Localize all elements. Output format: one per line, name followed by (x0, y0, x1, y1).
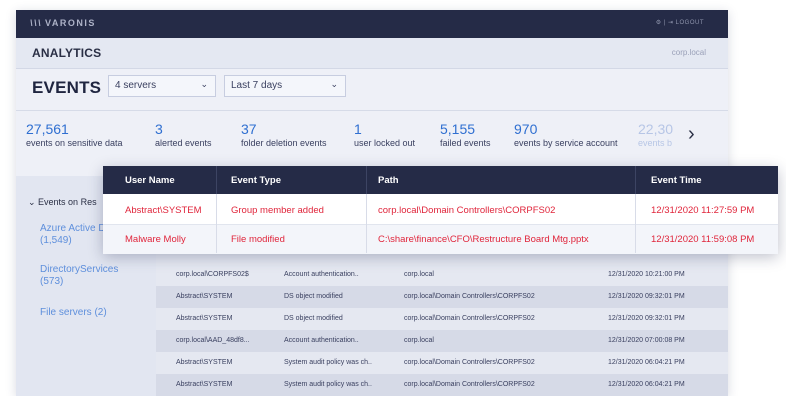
cell-path: corp.local (404, 337, 434, 344)
chevron-down-icon: ⌄ (330, 79, 338, 89)
metric-failed-events[interactable]: 5,155 failed events (440, 121, 491, 148)
cell-event-type: Account authentication.. (284, 337, 359, 344)
cell-path: corp.local\Domain Controllers\CORPFS02 (404, 359, 535, 366)
metric-value: 27,561 (26, 121, 69, 137)
sidebar-item-label: DirectoryServices (40, 264, 119, 275)
metric-alerted-events[interactable]: 3 alerted events (155, 121, 212, 148)
period-dropdown[interactable]: Last 7 days ⌄ (224, 75, 346, 97)
cell-time: 12/31/2020 06:04:21 PM (608, 381, 685, 388)
cell-time: 12/31/2020 06:04:21 PM (608, 359, 685, 366)
page-title: ANALYTICS (32, 46, 102, 60)
chevron-right-icon[interactable]: › (688, 123, 695, 146)
metric-sensitive-data[interactable]: 27,561 events on sensitive data (26, 121, 123, 148)
metric-value: 1 (354, 121, 362, 137)
metric-value: 970 (514, 121, 538, 137)
cell-time: 12/31/2020 10:21:00 PM (608, 271, 685, 278)
metric-service-account[interactable]: 970 events by service account (514, 121, 618, 148)
cell-user: Abstract\SYSTEM (176, 315, 233, 322)
cell-event-type: System audit policy was ch.. (284, 359, 372, 366)
cell-time: 12/31/2020 09:32:01 PM (608, 293, 685, 300)
sidebar-heading[interactable]: ⌄ Events on Res (28, 197, 97, 208)
table-row[interactable]: corp.local\AAD_48df8... Account authenti… (156, 330, 728, 352)
cell-time: 12/31/2020 11:27:59 PM (651, 205, 755, 216)
servers-dropdown-value: 4 servers (115, 80, 157, 91)
popup-row[interactable]: Abstract\SYSTEM Group member added corp.… (103, 196, 778, 225)
metric-label: failed events (440, 138, 491, 148)
metric-label: events by service account (514, 138, 618, 148)
column-divider (216, 166, 217, 194)
table-row[interactable]: corp.local\CORPFS02$ Account authenticat… (156, 264, 728, 286)
column-divider (366, 166, 367, 194)
sidebar-item-count: (573) (40, 276, 64, 287)
cell-user: Abstract\SYSTEM (125, 205, 202, 216)
column-header-user-name[interactable]: User Name (125, 175, 175, 186)
metric-user-locked-out[interactable]: 1 user locked out (354, 121, 415, 148)
metrics-strip: 27,561 events on sensitive data 3 alerte… (16, 110, 728, 173)
sidebar-item-file-servers[interactable]: File servers (2) (40, 307, 107, 319)
table-row[interactable]: Abstract\SYSTEM DS object modified corp.… (156, 286, 728, 308)
metric-partial[interactable]: 22,30 events b (638, 121, 678, 148)
metric-value: 22,30 (638, 121, 674, 137)
cell-event-type: DS object modified (284, 315, 343, 322)
column-divider (635, 194, 636, 253)
sidebar-item-label: File servers (2) (40, 307, 107, 318)
varonis-logo[interactable]: \\\ VARONIS (30, 18, 96, 28)
table-row[interactable]: Abstract\SYSTEM System audit policy was … (156, 352, 728, 374)
cell-event-type: Account authentication.. (284, 271, 359, 278)
table-row[interactable]: Abstract\SYSTEM System audit policy was … (156, 374, 728, 396)
cell-time: 12/31/2020 09:32:01 PM (608, 315, 685, 322)
table-row[interactable]: Abstract\SYSTEM DS object modified corp.… (156, 308, 728, 330)
cell-event-type: DS object modified (284, 293, 343, 300)
popup-header: User Name Event Type Path Event Time (103, 166, 778, 194)
column-divider (635, 166, 636, 194)
cell-event-type: System audit policy was ch.. (284, 381, 372, 388)
domain-label: corp.local (671, 48, 706, 57)
metric-label: folder deletion events (241, 138, 327, 148)
top-bar: \\\ VARONIS ⚙ | ⇥ LOGOUT (16, 10, 728, 38)
cell-time: 12/31/2020 07:00:08 PM (608, 337, 685, 344)
cell-path: C:\share\finance\CFO\Restructure Board M… (378, 234, 589, 245)
metric-label: alerted events (155, 138, 212, 148)
metric-value: 5,155 (440, 121, 476, 137)
popup-row[interactable]: Malware Molly File modified C:\share\fin… (103, 224, 778, 254)
logout-link[interactable]: ⚙ | ⇥ LOGOUT (656, 19, 704, 26)
period-dropdown-value: Last 7 days (231, 80, 283, 91)
events-title: EVENTS (32, 78, 102, 97)
cell-path: corp.local\Domain Controllers\CORPFS02 (404, 381, 535, 388)
column-header-path[interactable]: Path (378, 175, 399, 186)
metric-label: events b (638, 138, 673, 148)
servers-dropdown[interactable]: 4 servers ⌄ (108, 75, 216, 97)
cell-event-type: File modified (231, 234, 285, 245)
cell-user: Abstract\SYSTEM (176, 293, 233, 300)
column-divider (216, 194, 217, 253)
metric-label: user locked out (354, 138, 416, 148)
cell-user: Abstract\SYSTEM (176, 359, 233, 366)
cell-time: 12/31/2020 11:59:08 PM (651, 234, 755, 245)
cell-path: corp.local\Domain Controllers\CORPFS02 (404, 293, 535, 300)
cell-path: corp.local (404, 271, 434, 278)
column-header-event-type[interactable]: Event Type (231, 175, 281, 186)
logo-text: VARONIS (45, 18, 96, 28)
column-divider (366, 194, 367, 253)
cell-path: corp.local\Domain Controllers\CORPFS02 (378, 205, 556, 216)
metric-label: events on sensitive data (26, 138, 123, 148)
logo-mark-icon: \\\ (30, 18, 43, 28)
metric-value: 3 (155, 121, 163, 137)
chevron-down-icon: ⌄ (200, 79, 208, 89)
cell-user: corp.local\AAD_48df8... (176, 337, 250, 344)
cell-event-type: Group member added (231, 205, 324, 216)
alerted-events-popup: User Name Event Type Path Event Time Abs… (103, 166, 778, 254)
metric-value: 37 (241, 121, 257, 137)
page-header: ANALYTICS corp.local (16, 38, 728, 69)
cell-user: Abstract\SYSTEM (176, 381, 233, 388)
cell-path: corp.local\Domain Controllers\CORPFS02 (404, 315, 535, 322)
sidebar-item-directoryservices[interactable]: DirectoryServices (573) (40, 264, 118, 288)
cell-user: Malware Molly (125, 234, 186, 245)
column-header-event-time[interactable]: Event Time (651, 175, 702, 186)
cell-user: corp.local\CORPFS02$ (176, 271, 249, 278)
metric-folder-deletion[interactable]: 37 folder deletion events (241, 121, 327, 148)
